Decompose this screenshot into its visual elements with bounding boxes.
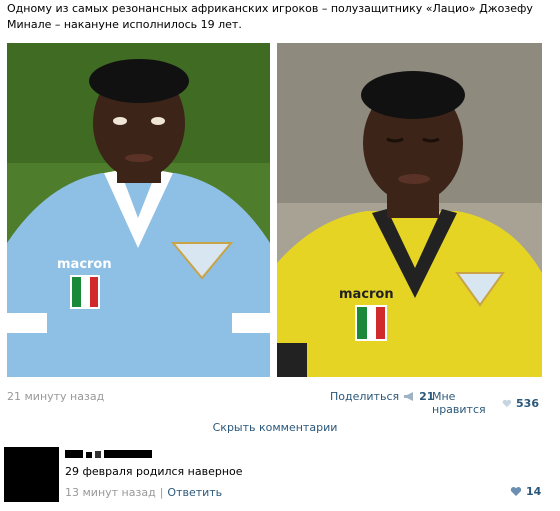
reply-link[interactable]: Ответить (167, 486, 222, 499)
post-photo-1[interactable]: macron (7, 43, 270, 377)
comment-meta: 13 минут назад | Ответить (65, 486, 222, 499)
like-label: Мне нравится (432, 390, 486, 416)
post-meta: 21 минуту назад Поделиться 21 Мне нравит… (7, 388, 539, 416)
comment: 29 февраля родился наверное 13 минут наз… (4, 442, 544, 504)
comment-like-count: 14 (526, 485, 542, 498)
megaphone-icon (404, 392, 414, 401)
heart-icon (510, 487, 522, 496)
player-photo-2: macron (277, 43, 542, 377)
post-text: Одному из самых резонансных африканских … (7, 2, 533, 31)
share-button[interactable]: Поделиться 21 (330, 390, 434, 403)
share-label: Поделиться (330, 390, 400, 403)
comment-time[interactable]: 13 минут назад (65, 486, 156, 499)
redacted-author-name[interactable] (65, 449, 155, 460)
hide-comments-link[interactable]: Скрыть комментарии (0, 421, 550, 434)
comment-separator: | (159, 486, 164, 499)
like-button[interactable]: Мне нравится 536 (432, 390, 539, 416)
comment-text: 29 февраля родился наверное (65, 465, 243, 478)
post-time[interactable]: 21 минуту назад (7, 390, 104, 403)
like-count: 536 (516, 396, 539, 410)
avatar[interactable] (4, 447, 59, 502)
shirt-brand-1: macron (57, 257, 112, 272)
post-photo-2[interactable]: macron (277, 43, 542, 377)
shirt-brand-2: macron (339, 287, 394, 302)
player-photo-1: macron (7, 43, 270, 377)
heart-icon (502, 399, 512, 407)
comment-like-button[interactable]: 14 (510, 485, 541, 498)
